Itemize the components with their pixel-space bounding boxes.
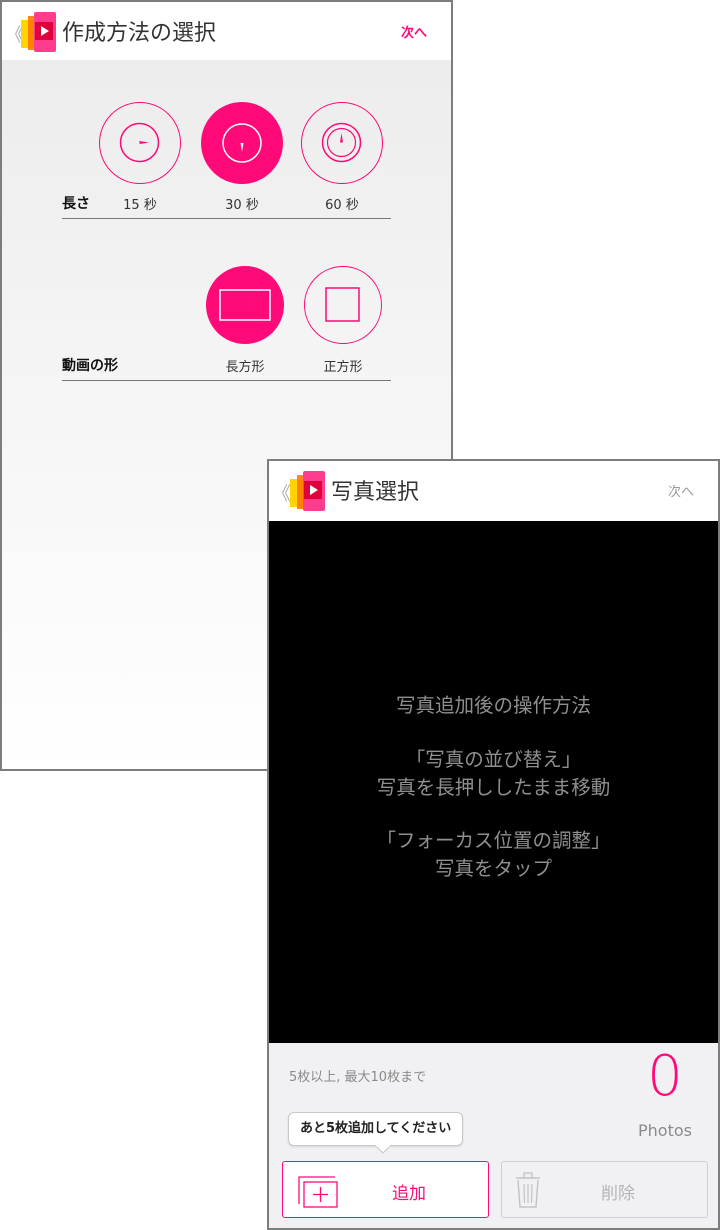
tooltip-text: あと5枚追加してください (300, 1121, 452, 1136)
delete-button[interactable]: 削除 (501, 1161, 708, 1218)
limit-text: 5枚以上, 最大10枚まで (289, 1070, 427, 1085)
page-title: 作成方法の選択 (62, 21, 217, 46)
length-label: 長さ (62, 196, 90, 212)
shape-rectangle-button[interactable] (206, 266, 284, 344)
photo-control-panel: 5枚以上, 最大10枚まで 0 Photos あと5枚追加してください 追加 削… (269, 1043, 718, 1228)
add-button-label: 追加 (392, 1184, 426, 1204)
square-icon (325, 287, 360, 322)
page-title: 写真選択 (331, 480, 420, 505)
photo-count: 0 (647, 1044, 683, 1109)
guide-reorder-title: 「写真の並び替え」 (405, 748, 582, 771)
add-photo-icon (298, 1176, 338, 1208)
shape-label: 動画の形 (62, 358, 118, 374)
add-button[interactable]: 追加 (282, 1161, 489, 1218)
length-15s-button[interactable] (99, 102, 181, 184)
guide-focus-title: 「フォーカス位置の調整」 (376, 829, 611, 852)
delete-button-label: 削除 (601, 1184, 635, 1204)
rectangle-icon (219, 289, 271, 321)
divider (62, 218, 391, 219)
guide-heading: 写真追加後の操作方法 (395, 694, 591, 717)
clock-15-icon (119, 122, 160, 163)
photo-preview-area[interactable]: 写真追加後の操作方法 「写真の並び替え」 写真を長押ししたまま移動 「フォーカス… (269, 521, 718, 1043)
guide-reorder-desc: 写真を長押ししたまま移動 (376, 776, 611, 799)
clock-60-icon (321, 122, 362, 163)
clock-30-icon (222, 123, 262, 163)
next-button[interactable]: 次へ (401, 22, 427, 41)
guide-focus-desc: 写真をタップ (434, 857, 552, 880)
app-logo-icon (290, 471, 325, 511)
length-15s-label: 15 秒 (123, 198, 157, 213)
photo-select-screen: 《 写真選択 次へ 写真追加後の操作方法 「写真の並び替え」 写真を長押ししたま… (267, 459, 720, 1230)
length-60s-button[interactable] (301, 102, 383, 184)
trash-icon (516, 1172, 540, 1208)
add-more-tooltip: あと5枚追加してください (288, 1112, 464, 1154)
shape-square-button[interactable] (304, 266, 382, 344)
photo-unit-label: Photos (638, 1121, 692, 1140)
divider (62, 380, 391, 381)
shape-square-label: 正方形 (323, 360, 363, 375)
next-button[interactable]: 次へ (668, 481, 694, 500)
shape-rectangle-label: 長方形 (225, 360, 265, 375)
tooltip-arrow-icon (375, 1145, 391, 1154)
header-bar: 《 写真選択 次へ (269, 461, 718, 519)
app-logo-icon (21, 12, 56, 52)
length-30s-button[interactable] (201, 102, 283, 184)
length-30s-label: 30 秒 (225, 198, 259, 213)
header-bar: 《 作成方法の選択 次へ (2, 2, 451, 60)
length-60s-label: 60 秒 (325, 198, 359, 213)
